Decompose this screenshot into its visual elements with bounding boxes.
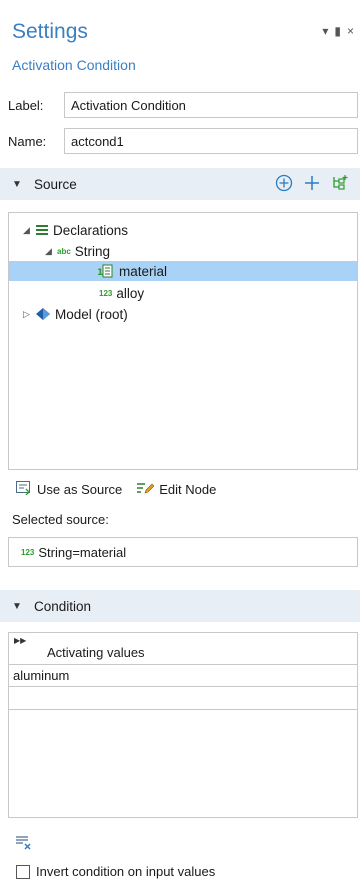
label-row: Label: (8, 92, 358, 118)
table-row[interactable]: aluminum (9, 665, 357, 687)
window-controls: ▾ ▮ × (322, 24, 354, 38)
invert-condition-label: Invert condition on input values (36, 864, 216, 879)
label-field-label: Label: (8, 97, 44, 113)
add-icon[interactable] (302, 173, 322, 193)
collapse-caret-icon[interactable]: ▼ (12, 601, 28, 612)
source-actions: Use as Source Edit Node (16, 481, 216, 498)
tree-add-icon[interactable] (330, 173, 350, 193)
expanded-arrow-icon[interactable]: ◢ (45, 246, 57, 257)
name-field-label: Name: (8, 133, 47, 149)
numeric-value-icon: 123 (99, 288, 113, 298)
tree-item-label: String (74, 243, 111, 259)
selected-source-field: 123 String=material (8, 537, 358, 567)
tree-item-material[interactable]: 1 material (9, 261, 357, 281)
source-section-header[interactable]: ▼ Source (0, 168, 360, 200)
column-header: Activating values (47, 645, 145, 660)
collapse-caret-icon[interactable]: ▼ (12, 179, 28, 190)
condition-section-label: Condition (34, 598, 92, 614)
activating-values-table[interactable]: ▶▶ Activating values aluminum (8, 632, 358, 818)
table-cell[interactable]: aluminum (13, 668, 69, 683)
edit-node-label: Edit Node (159, 482, 217, 497)
table-row-empty[interactable] (9, 688, 357, 710)
tree-item-alloy[interactable]: 123 alloy (99, 283, 144, 303)
edit-node-icon (136, 481, 155, 498)
clear-table-button[interactable] (15, 834, 31, 853)
tree-item-label: Declarations (53, 222, 129, 238)
name-input[interactable] (64, 128, 358, 154)
edit-node-button[interactable]: Edit Node (136, 481, 216, 498)
tree-item-model[interactable]: ▷ Model (root) (23, 304, 128, 324)
invert-condition-row[interactable]: Invert condition on input values (16, 864, 215, 879)
invert-condition-checkbox[interactable] (16, 864, 30, 879)
tree-item-string[interactable]: ◢ abc String (45, 241, 110, 261)
add-circle-icon[interactable] (274, 173, 294, 193)
panel-subtitle: Activation Condition (12, 57, 136, 73)
use-as-source-label: Use as Source (37, 482, 123, 497)
source-toolbar (274, 173, 350, 193)
tree-item-declarations[interactable]: ◢ Declarations (23, 220, 128, 240)
table-header: ▶▶ Activating values (9, 633, 357, 665)
label-input[interactable] (64, 92, 358, 118)
string-value-icon: 1 (97, 264, 115, 278)
source-tree[interactable]: ◢ Declarations ◢ abc String 1 material 1… (8, 212, 358, 470)
selected-source-value: String=material (38, 544, 127, 560)
name-row: Name: (8, 128, 358, 154)
use-as-source-icon (16, 481, 32, 498)
model-icon (35, 307, 51, 321)
use-as-source-button[interactable]: Use as Source (16, 481, 122, 498)
declarations-icon (35, 224, 49, 236)
tree-item-label: material (119, 263, 168, 279)
numeric-value-icon: 123 (21, 547, 35, 557)
collapsed-arrow-icon[interactable]: ▷ (23, 309, 35, 320)
close-icon[interactable]: × (347, 24, 354, 38)
expanded-arrow-icon[interactable]: ◢ (23, 225, 35, 236)
pin-icon[interactable]: ▮ (334, 24, 341, 38)
source-section-label: Source (34, 176, 77, 192)
selected-source-label: Selected source: (12, 512, 109, 527)
condition-section-header[interactable]: ▼ Condition (0, 590, 360, 622)
menu-dropdown-icon[interactable]: ▾ (322, 24, 328, 38)
string-type-icon: abc (57, 246, 71, 256)
clear-table-icon (15, 836, 31, 853)
move-arrows-icon[interactable]: ▶▶ (14, 636, 26, 645)
tree-item-label: alloy (116, 285, 145, 301)
tree-item-label: Model (root) (55, 306, 128, 322)
svg-text:1: 1 (97, 268, 103, 278)
panel-title: Settings (12, 20, 88, 43)
